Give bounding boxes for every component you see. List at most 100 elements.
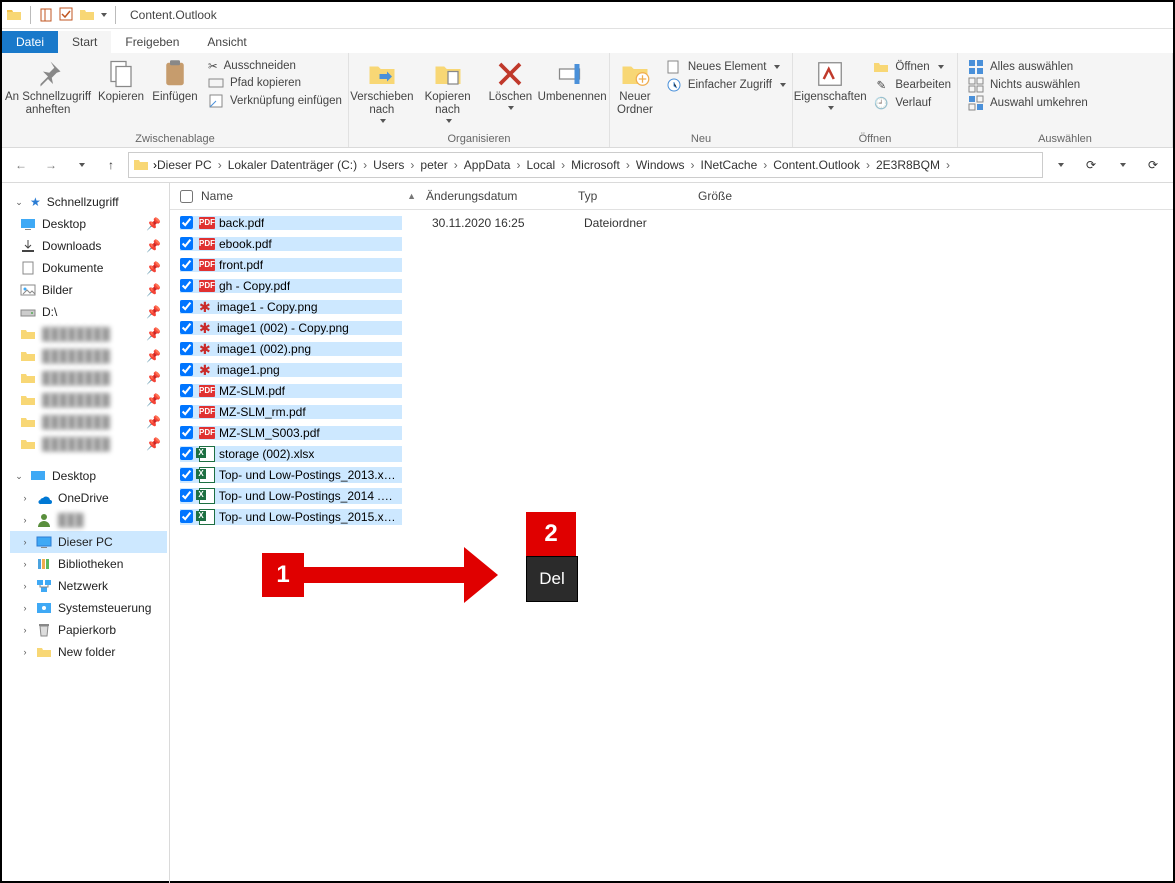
breadcrumb-segment[interactable]: INetCache›: [701, 158, 774, 172]
file-row[interactable]: Top- und Low-Postings_2013.xlsx: [170, 464, 1173, 485]
qat-more-icon[interactable]: [101, 13, 107, 17]
refresh-button-2[interactable]: ⟳: [1139, 153, 1167, 177]
sidebar-item[interactable]: D:\📌: [10, 301, 167, 323]
file-row[interactable]: PDFfront.pdf: [170, 254, 1173, 275]
row-checkbox[interactable]: [180, 363, 193, 376]
row-checkbox[interactable]: [180, 321, 193, 334]
col-date[interactable]: Änderungsdatum: [426, 189, 578, 203]
tab-start[interactable]: Start: [58, 31, 111, 53]
copy-to-button[interactable]: Kopieren nach: [415, 57, 481, 123]
sidebar-item[interactable]: Downloads📌: [10, 235, 167, 257]
sidebar-item[interactable]: ████████📌: [10, 323, 167, 345]
breadcrumb-segment[interactable]: Users›: [373, 158, 420, 172]
sidebar-item[interactable]: Desktop📌: [10, 213, 167, 235]
select-all-checkbox[interactable]: [180, 190, 193, 203]
tab-datei[interactable]: Datei: [2, 31, 58, 53]
col-name[interactable]: Name: [201, 189, 233, 203]
sidebar-item[interactable]: Bilder📌: [10, 279, 167, 301]
row-checkbox[interactable]: [180, 468, 193, 481]
row-checkbox[interactable]: [180, 510, 193, 523]
sidebar-item[interactable]: ›Systemsteuerung: [10, 597, 167, 619]
new-item-button[interactable]: Neues Element: [666, 59, 786, 75]
select-none-button[interactable]: Nichts auswählen: [968, 77, 1088, 93]
file-row[interactable]: storage (002).xlsx: [170, 443, 1173, 464]
file-row[interactable]: ✱image1 - Copy.png: [170, 296, 1173, 317]
refresh-button[interactable]: ⟳: [1077, 153, 1105, 177]
file-row[interactable]: ✱image1 (002).png: [170, 338, 1173, 359]
file-row[interactable]: ✱image1 (002) - Copy.png: [170, 317, 1173, 338]
sidebar-item[interactable]: Dokumente📌: [10, 257, 167, 279]
copy-path-button[interactable]: Pfad kopieren: [208, 75, 342, 91]
sidebar-item[interactable]: ›Papierkorb: [10, 619, 167, 641]
tab-ansicht[interactable]: Ansicht: [193, 31, 260, 53]
row-checkbox[interactable]: [180, 342, 193, 355]
sidebar-item[interactable]: ████████📌: [10, 433, 167, 455]
row-checkbox[interactable]: [180, 489, 193, 502]
sidebar-item[interactable]: ████████📌: [10, 345, 167, 367]
row-checkbox[interactable]: [180, 237, 193, 250]
row-checkbox[interactable]: [180, 279, 193, 292]
sidebar-item[interactable]: ›OneDrive: [10, 487, 167, 509]
nav-back-button[interactable]: ←: [8, 152, 34, 178]
file-row[interactable]: Top- und Low-Postings_2015.xlsx: [170, 506, 1173, 527]
file-row[interactable]: PDFback.pdf30.11.2020 16:25Dateiordner: [170, 212, 1173, 233]
breadcrumb-segment[interactable]: peter›: [420, 158, 463, 172]
rename-button[interactable]: Umbenennen: [535, 57, 609, 104]
nav-recent-button[interactable]: [68, 152, 94, 178]
qat-checkbox-icon[interactable]: [59, 7, 75, 23]
tab-freigeben[interactable]: Freigeben: [111, 31, 193, 53]
sidebar-item[interactable]: ›███: [10, 509, 167, 531]
row-checkbox[interactable]: [180, 405, 193, 418]
qat-folder-icon[interactable]: [79, 7, 95, 23]
nav-forward-button[interactable]: →: [38, 152, 64, 178]
column-headers[interactable]: Name▲ Änderungsdatum Typ Größe: [170, 183, 1173, 210]
copy-button[interactable]: Kopieren: [94, 57, 148, 104]
file-row[interactable]: PDFMZ-SLM_S003.pdf: [170, 422, 1173, 443]
breadcrumb-dropdown-button[interactable]: [1047, 152, 1073, 178]
file-row[interactable]: PDFgh - Copy.pdf: [170, 275, 1173, 296]
col-type[interactable]: Typ: [578, 189, 698, 203]
file-row[interactable]: PDFMZ-SLM.pdf: [170, 380, 1173, 401]
breadcrumb-segment[interactable]: Content.Outlook›: [773, 158, 876, 172]
sidebar-item[interactable]: ████████📌: [10, 389, 167, 411]
row-checkbox[interactable]: [180, 216, 193, 229]
easy-access-button[interactable]: Einfacher Zugriff: [666, 77, 786, 93]
edit-button[interactable]: ✎Bearbeiten: [873, 77, 951, 93]
open-button[interactable]: Öffnen: [873, 59, 951, 75]
sidebar-item[interactable]: ›Netzwerk: [10, 575, 167, 597]
row-checkbox[interactable]: [180, 384, 193, 397]
qat-properties-icon[interactable]: [39, 7, 55, 23]
cut-button[interactable]: ✂Ausschneiden: [208, 59, 342, 73]
breadcrumb-segment[interactable]: Windows›: [636, 158, 701, 172]
sidebar-item[interactable]: ⌄★Schnellzugriff: [10, 191, 167, 213]
col-size[interactable]: Größe: [698, 189, 778, 203]
pin-quickaccess-button[interactable]: An Schnellzugriff anheften: [2, 57, 94, 117]
paste-shortcut-button[interactable]: Verknüpfung einfügen: [208, 93, 342, 109]
file-row[interactable]: Top- und Low-Postings_2014 .xlsx: [170, 485, 1173, 506]
sidebar-item[interactable]: ›New folder: [10, 641, 167, 663]
new-folder-button[interactable]: Neuer Ordner: [610, 57, 660, 117]
row-checkbox[interactable]: [180, 300, 193, 313]
breadcrumb-segment[interactable]: Lokaler Datenträger (C:)›: [228, 158, 373, 172]
sidebar-item[interactable]: ⌄Desktop: [10, 465, 167, 487]
select-all-button[interactable]: Alles auswählen: [968, 59, 1088, 75]
breadcrumb-segment[interactable]: 2E3R8BQM›: [876, 158, 956, 172]
breadcrumb-segment[interactable]: Local›: [526, 158, 571, 172]
properties-button[interactable]: Eigenschaften: [793, 57, 867, 110]
delete-button[interactable]: Löschen: [486, 57, 536, 110]
sidebar-item[interactable]: ████████📌: [10, 367, 167, 389]
breadcrumb[interactable]: › Dieser PC›Lokaler Datenträger (C:)›Use…: [128, 152, 1043, 178]
invert-selection-button[interactable]: Auswahl umkehren: [968, 95, 1088, 111]
sidebar-item[interactable]: ›Dieser PC: [10, 531, 167, 553]
row-checkbox[interactable]: [180, 426, 193, 439]
breadcrumb-segment[interactable]: Microsoft›: [571, 158, 636, 172]
file-row[interactable]: PDFebook.pdf: [170, 233, 1173, 254]
paste-button[interactable]: Einfügen: [148, 57, 202, 104]
row-checkbox[interactable]: [180, 258, 193, 271]
sidebar-item[interactable]: ████████📌: [10, 411, 167, 433]
sidebar-item[interactable]: ›Bibliotheken: [10, 553, 167, 575]
history-button[interactable]: 🕘Verlauf: [873, 95, 951, 111]
address-dropdown[interactable]: [1109, 152, 1135, 178]
nav-up-button[interactable]: ↑: [98, 152, 124, 178]
breadcrumb-segment[interactable]: Dieser PC›: [157, 158, 228, 172]
